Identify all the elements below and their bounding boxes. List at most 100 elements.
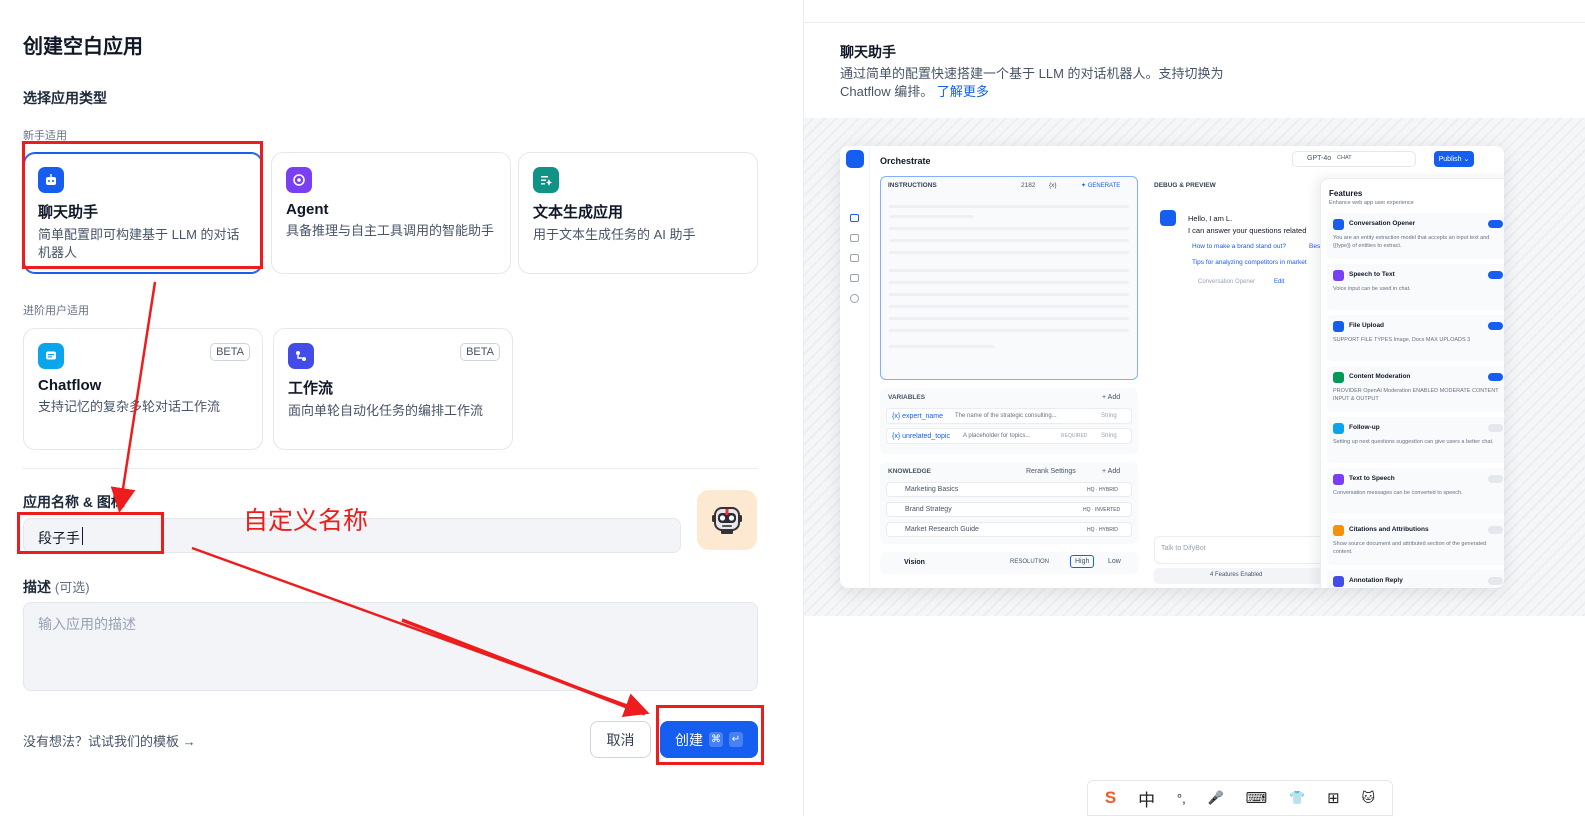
feature-icon: [1333, 372, 1344, 383]
feature-name: Text to Speech: [1349, 475, 1395, 482]
knowledge-name: Market Research Guide: [905, 526, 979, 533]
knowledge-tag: HQ · HYBRID: [1087, 527, 1118, 533]
feature-toggle: [1488, 475, 1503, 483]
sogou-logo-icon[interactable]: S: [1105, 788, 1116, 808]
preview-suggestion: How to make a brand stand out?: [1192, 243, 1286, 250]
toolbox-icon[interactable]: ⊞: [1327, 789, 1340, 807]
feature-name: Follow-up: [1349, 424, 1380, 431]
preview-generate: ✦ GENERATE: [1081, 183, 1121, 189]
preview-background: Orchestrate GPT-4o CHAT Publish ⌄ INSTRU…: [804, 118, 1585, 616]
feature-toggle: [1488, 271, 1503, 279]
chinese-mode-icon[interactable]: 中: [1138, 786, 1155, 811]
text-line: [889, 281, 1129, 284]
feature-toggle: [1488, 322, 1503, 330]
text-line: [889, 269, 1129, 272]
knowledge-name: Brand Strategy: [905, 506, 952, 513]
text-line: [889, 305, 1129, 308]
feature-name: File Upload: [1349, 322, 1385, 329]
text-line: [889, 251, 1129, 254]
feature-name: Conversation Opener: [1349, 220, 1416, 227]
preview-features-bar: 4 Features Enabled: [1154, 568, 1324, 584]
preview-features-panel: Features Enhance web app user experience…: [1320, 178, 1504, 588]
preview-low-option: Low: [1108, 558, 1121, 565]
preview-feature-item: Speech to Text Voice input can be used in…: [1327, 264, 1504, 310]
preview-chat-input: Talk to DifyBot: [1154, 536, 1324, 564]
variable-type: String: [1101, 413, 1117, 419]
preview-debug-title: DEBUG & PREVIEW: [1154, 182, 1216, 189]
preview-feature-item: Content Moderation PROVIDER OpenAI Modera…: [1327, 366, 1504, 412]
preview-screenshot: Orchestrate GPT-4o CHAT Publish ⌄ INSTRU…: [840, 146, 1504, 588]
preview-features-enabled: 4 Features Enabled: [1210, 572, 1263, 578]
preview-sidebar: [840, 146, 870, 588]
preview-greeting-1: Hello, I am L.: [1188, 214, 1233, 223]
arrow-to-name: [110, 281, 157, 513]
feature-desc: Setting up next questions suggestion can…: [1333, 439, 1494, 445]
preview-knowledge: KNOWLEDGE Rerank Settings + Add Marketin…: [880, 462, 1138, 544]
preview-vision: Vision RESOLUTION High Low: [880, 552, 1138, 574]
feature-icon: [1333, 576, 1344, 587]
text-line: [889, 239, 1129, 242]
text-line: [889, 317, 1129, 320]
feature-desc: PROVIDER OpenAI Moderation ENABLED MODER…: [1333, 388, 1499, 402]
preview-rerank-settings: Rerank Settings: [1026, 468, 1076, 475]
variable-key: {x} unrelated_topic: [892, 433, 950, 440]
variable-type: String: [1101, 433, 1117, 439]
variable-key: {x} expert_name: [892, 413, 943, 420]
feature-toggle: [1488, 526, 1503, 534]
preview-chat-placeholder: Talk to DifyBot: [1161, 545, 1206, 552]
preview-instructions: INSTRUCTIONS 2182 {x} ✦ GENERATE: [880, 176, 1138, 380]
preview-token-count: 2182: [1021, 182, 1036, 189]
text-line: [889, 293, 1129, 296]
preview-bot-avatar: [1160, 210, 1176, 226]
annotation-arrows: [110, 281, 650, 717]
feature-toggle: [1488, 373, 1503, 381]
preview-knowledge-label: KNOWLEDGE: [888, 468, 931, 475]
feature-desc: Voice input can be used in chat.: [1333, 286, 1411, 292]
preview-variable-row: {x} unrelated_topic A placeholder for to…: [886, 428, 1132, 444]
text-line: [889, 205, 1129, 208]
feature-desc: Conversation messages can be converted t…: [1333, 490, 1463, 496]
variable-desc: The name of the strategic consulting...: [955, 413, 1057, 419]
feature-desc: You are an entity extraction model that …: [1333, 235, 1490, 249]
feature-icon: [1333, 525, 1344, 536]
preview-suggestion: Tips for analyzing competitors in market: [1192, 259, 1307, 266]
knowledge-tag: HQ · INVERTED: [1083, 507, 1121, 513]
feature-icon: [1333, 474, 1344, 485]
preview-knowledge-row: Marketing Basics HQ · HYBRID: [886, 482, 1132, 497]
preview-variable-row: {x} expert_name The name of the strategi…: [886, 408, 1132, 424]
preview-vision-label: Vision: [904, 559, 925, 566]
punctuation-icon[interactable]: °,: [1177, 791, 1186, 806]
preview-feature-item: Follow-up Setting up next questions sugge…: [1327, 417, 1504, 463]
mascot-icon[interactable]: 🐱: [1361, 790, 1375, 806]
learn-more-link[interactable]: 了解更多: [937, 84, 989, 99]
preview-opener-note: Conversation Opener: [1198, 279, 1256, 285]
text-line: [889, 215, 973, 218]
info-title: 聊天助手: [840, 44, 896, 60]
feature-icon: [1333, 270, 1344, 281]
preview-add-variable: + Add: [1102, 394, 1121, 401]
preview-resolution-label: RESOLUTION: [1010, 559, 1050, 565]
create-app-panel: 创建空白应用 选择应用类型 新手适用 聊天助手 简单配置即可构建基于 LLM 的…: [0, 0, 803, 816]
info-description: 通过简单的配置快速搭建一个基于 LLM 的对话机器人。支持切换为 Chatflo…: [840, 65, 1260, 101]
variable-tag: REQUIRED: [1061, 433, 1088, 439]
skin-icon[interactable]: 👕: [1289, 790, 1305, 806]
preview-header-title: Orchestrate: [880, 156, 931, 166]
feature-icon: [1333, 219, 1344, 230]
microphone-icon[interactable]: 🎤: [1208, 790, 1224, 806]
preview-model-name: GPT-4o: [1307, 155, 1332, 162]
preview-model-selector: GPT-4o CHAT: [1292, 151, 1416, 167]
feature-toggle: [1488, 424, 1503, 432]
preview-feature-item: Conversation Opener You are an entity ext…: [1327, 213, 1504, 259]
feature-name: Annotation Reply: [1349, 577, 1403, 584]
preview-suggestion: Bes: [1309, 243, 1321, 250]
variable-desc: A placeholder for topics...: [963, 433, 1031, 439]
preview-knowledge-row: Brand Strategy HQ · INVERTED: [886, 502, 1132, 517]
feature-icon: [1333, 321, 1344, 332]
preview-feature-item: Text to Speech Conversation messages can …: [1327, 468, 1504, 514]
keyboard-icon[interactable]: ⌨: [1246, 789, 1268, 807]
app-type-info-panel: 聊天助手 通过简单的配置快速搭建一个基于 LLM 的对话机器人。支持切换为 Ch…: [803, 0, 1585, 816]
preview-app-icon: [846, 150, 864, 168]
preview-variables-label: VARIABLES: [888, 394, 926, 401]
info-desc-line2: Chatflow 编排。: [840, 84, 934, 99]
preview-feature-item: File Upload SUPPORT FILE TYPES Image, Doc…: [1327, 315, 1504, 361]
